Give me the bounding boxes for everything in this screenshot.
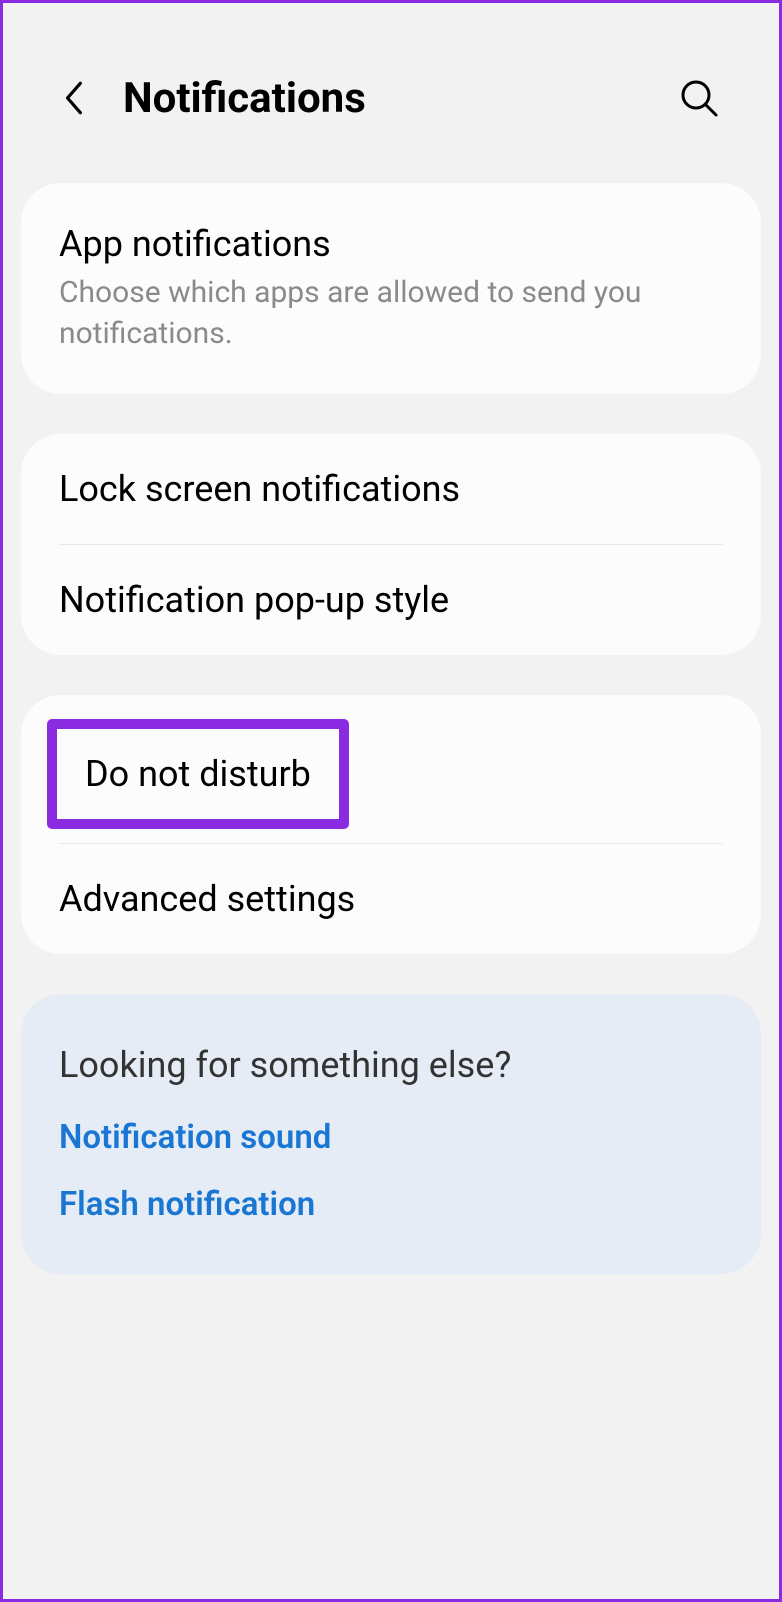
- page-title: Notifications: [123, 74, 644, 123]
- notification-sound-link[interactable]: Notification sound: [59, 1118, 723, 1157]
- app-notifications-title: App notifications: [59, 223, 723, 265]
- search-button[interactable]: [674, 73, 724, 123]
- advanced-settings-item[interactable]: Advanced settings: [21, 844, 761, 954]
- related-heading: Looking for something else?: [59, 1044, 723, 1086]
- chevron-left-icon: [62, 79, 84, 117]
- advanced-settings-title: Advanced settings: [59, 878, 723, 920]
- app-notifications-subtitle: Choose which apps are allowed to send yo…: [59, 273, 723, 354]
- do-not-disturb-highlight: Do not disturb: [47, 719, 349, 829]
- app-notifications-card: App notifications Choose which apps are …: [21, 183, 761, 394]
- notifications-style-card: Lock screen notifications Notification p…: [21, 434, 761, 655]
- app-notifications-item[interactable]: App notifications Choose which apps are …: [21, 183, 761, 394]
- flash-notification-link[interactable]: Flash notification: [59, 1185, 723, 1224]
- header-bar: Notifications: [3, 3, 779, 173]
- popup-style-item[interactable]: Notification pop-up style: [21, 545, 761, 655]
- do-not-disturb-title: Do not disturb: [85, 753, 311, 795]
- dnd-advanced-card: Do not disturb Advanced settings: [21, 695, 761, 954]
- related-card: Looking for something else? Notification…: [21, 994, 761, 1274]
- search-icon: [679, 78, 719, 118]
- lock-screen-notifications-item[interactable]: Lock screen notifications: [21, 434, 761, 544]
- popup-style-title: Notification pop-up style: [59, 579, 723, 621]
- back-button[interactable]: [53, 78, 93, 118]
- lock-screen-notifications-title: Lock screen notifications: [59, 468, 723, 510]
- do-not-disturb-item[interactable]: Do not disturb: [21, 695, 761, 843]
